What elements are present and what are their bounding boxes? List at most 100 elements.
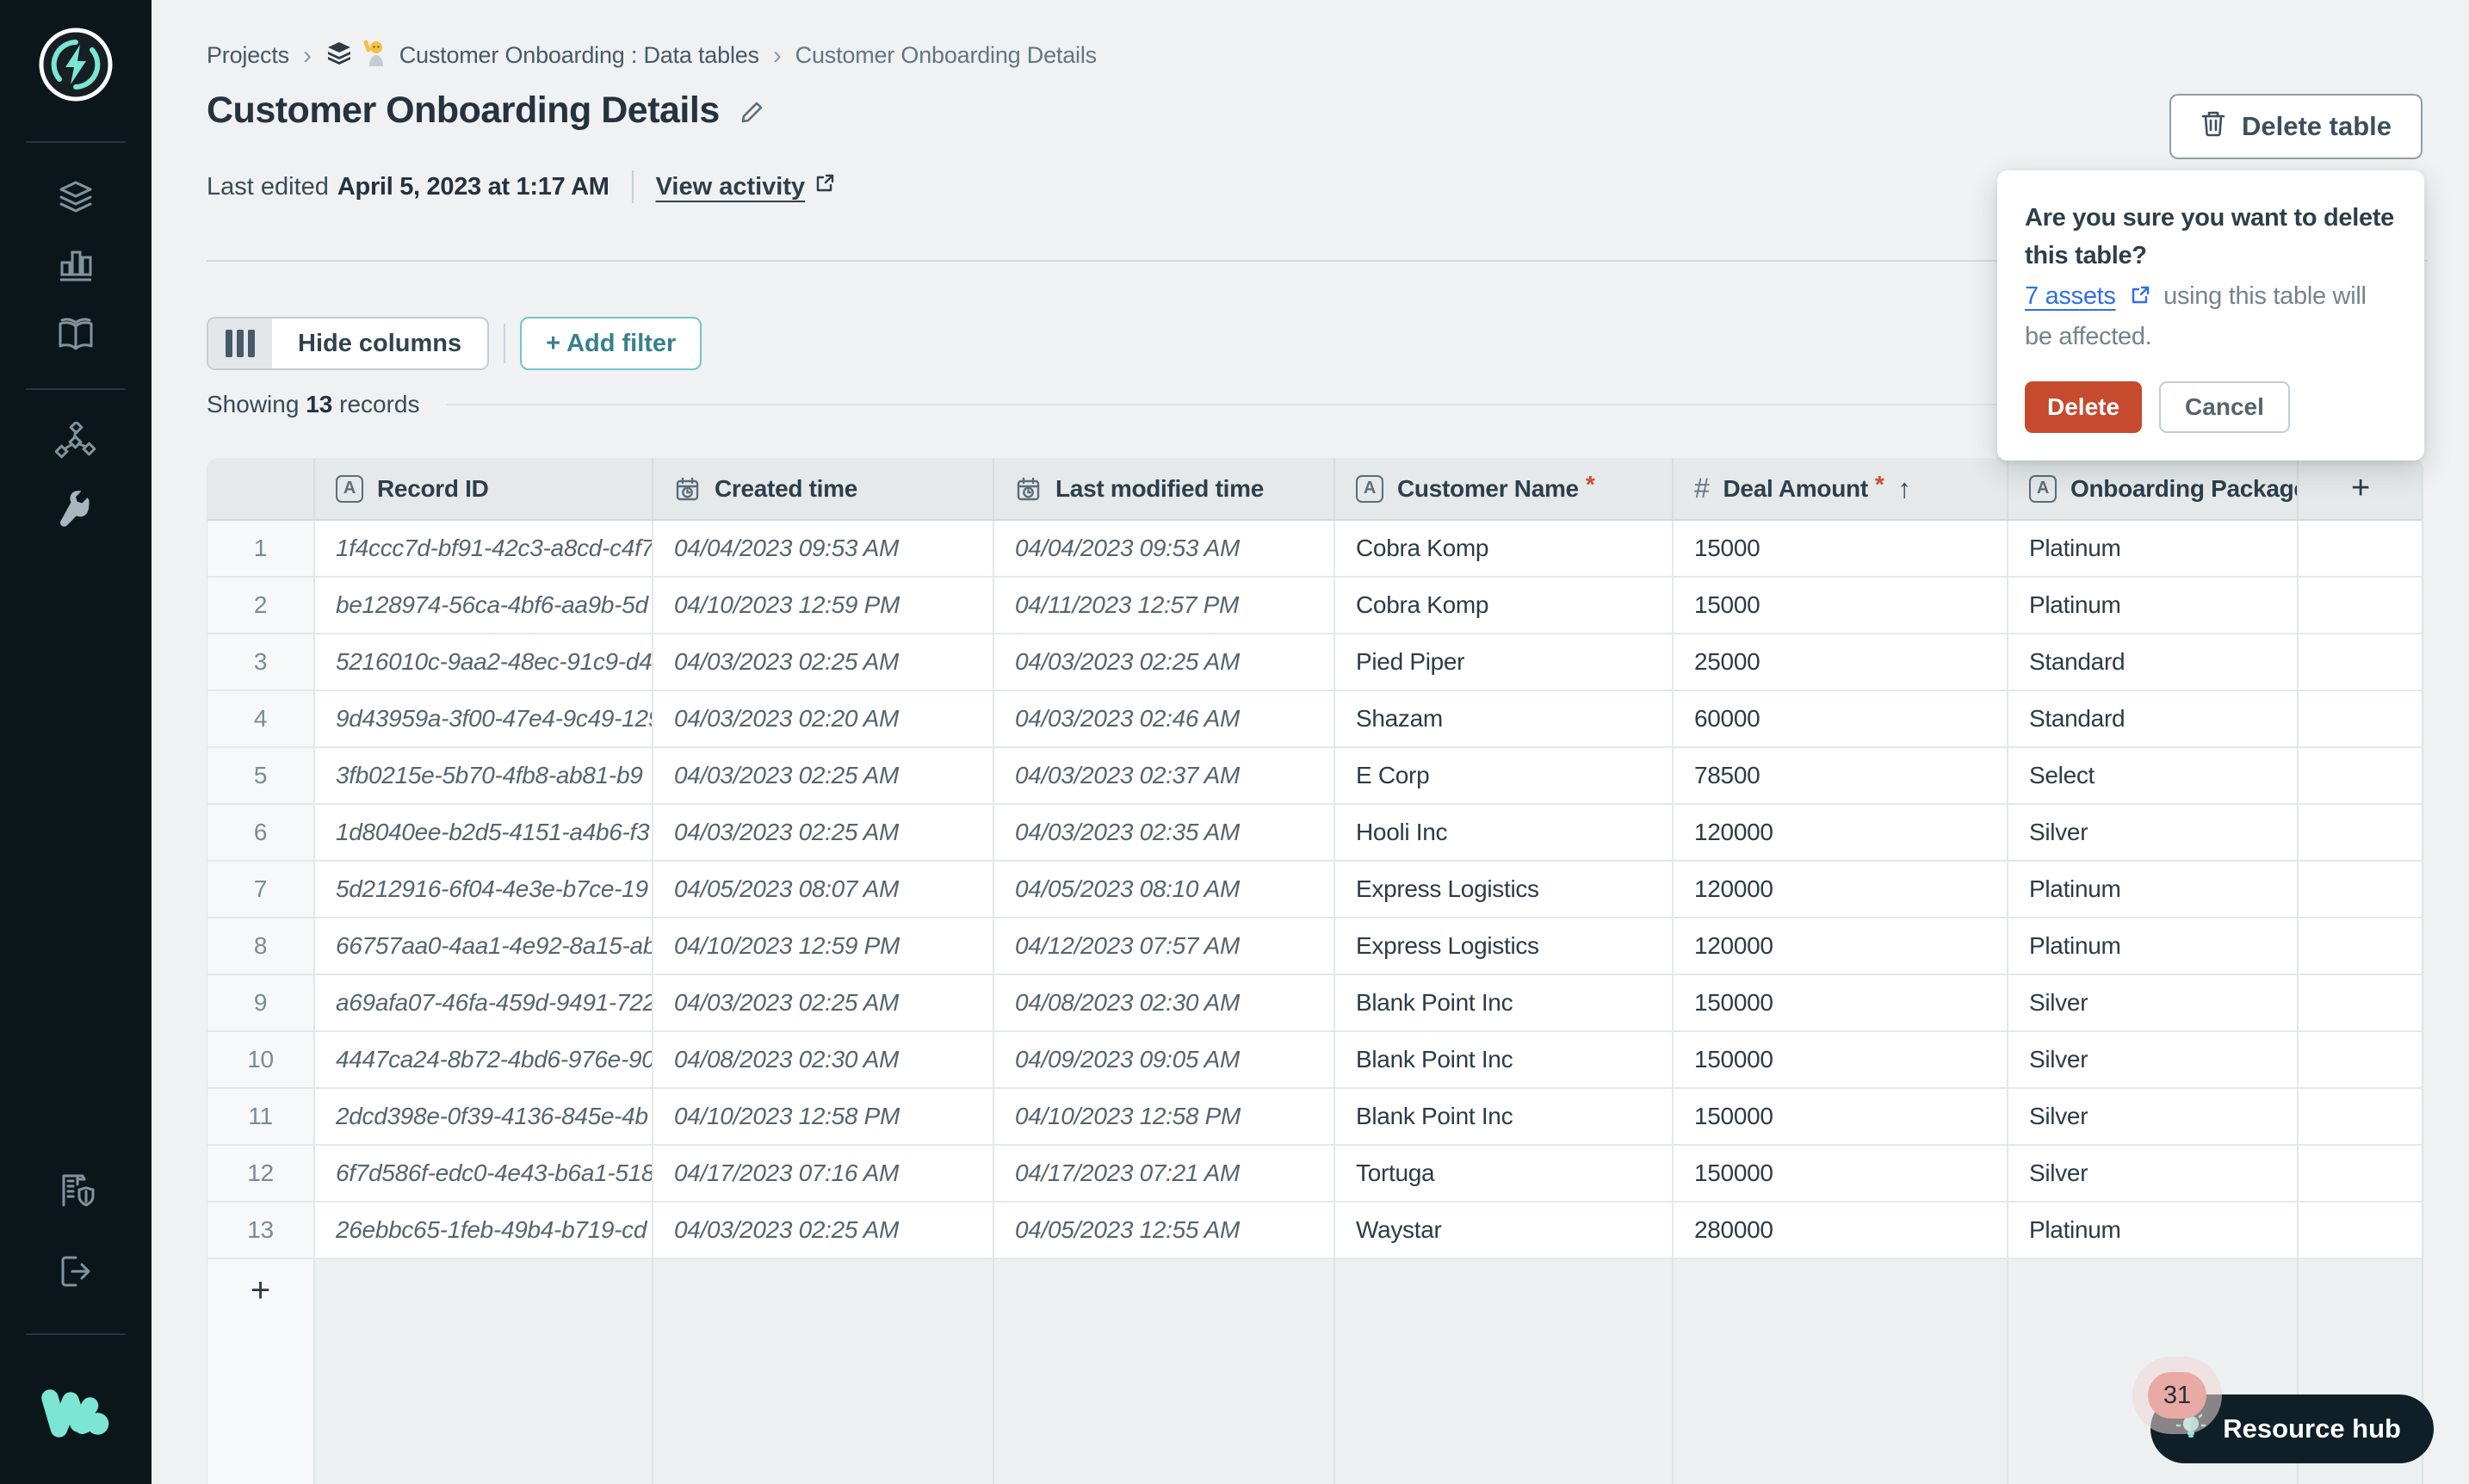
cell-record_id[interactable]: 1f4ccc7d-bf91-42c3-a8cd-c4f7 [315, 521, 653, 576]
cell-record_id[interactable]: 2dcd398e-0f39-4136-845e-4b [315, 1089, 653, 1144]
cell-customer[interactable]: Blank Point Inc [1335, 1032, 1674, 1087]
cell-modified[interactable]: 04/05/2023 12:55 AM [994, 1203, 1335, 1258]
cell-modified[interactable]: 04/08/2023 02:30 AM [994, 975, 1335, 1030]
column-header-amount[interactable]: # Deal Amount * ↑ [1674, 458, 2008, 519]
cell-created[interactable]: 04/04/2023 09:53 AM [653, 521, 994, 576]
cell-created[interactable]: 04/08/2023 02:30 AM [653, 1032, 994, 1087]
cell-package[interactable]: Platinum [2008, 862, 2299, 917]
cell-customer[interactable]: Blank Point Inc [1335, 975, 1674, 1030]
cell-modified[interactable]: 04/12/2023 07:57 AM [994, 918, 1335, 974]
confirm-delete-button[interactable]: Delete [2025, 381, 2143, 433]
cell-package[interactable]: Platinum [2008, 918, 2299, 974]
cell-created[interactable]: 04/03/2023 02:25 AM [653, 1203, 994, 1258]
cell-created[interactable]: 04/17/2023 07:16 AM [653, 1146, 994, 1201]
cell-package[interactable]: Silver [2008, 1089, 2299, 1144]
cell-customer[interactable]: Pied Piper [1335, 634, 1674, 689]
cell-record_id[interactable]: 5216010c-9aa2-48ec-91c9-d46 [315, 634, 653, 689]
cell-amount[interactable]: 150000 [1674, 1146, 2008, 1201]
column-header-customer[interactable]: A Customer Name * [1335, 458, 1674, 519]
cell-amount[interactable]: 120000 [1674, 862, 2008, 917]
sort-ascending-icon[interactable]: ↑ [1897, 473, 1911, 504]
cell-modified[interactable]: 04/03/2023 02:25 AM [994, 634, 1335, 689]
breadcrumb-project[interactable]: Customer Onboarding : Data tables [325, 38, 759, 73]
cell-package[interactable]: Standard [2008, 634, 2299, 689]
notification-count-badge[interactable]: 31 [2148, 1372, 2206, 1419]
cell-created[interactable]: 04/05/2023 08:07 AM [653, 862, 994, 917]
cell-modified[interactable]: 04/03/2023 02:35 AM [994, 805, 1335, 860]
assets-link[interactable]: 7 assets [2025, 282, 2116, 310]
cell-record_id[interactable]: 9d43959a-3f00-47e4-9c49-129 [315, 691, 653, 746]
cell-modified[interactable]: 04/10/2023 12:58 PM [994, 1089, 1335, 1144]
cell-created[interactable]: 04/03/2023 02:25 AM [653, 634, 994, 689]
cell-record_id[interactable]: 4447ca24-8b72-4bd6-976e-90 [315, 1032, 653, 1087]
cell-amount[interactable]: 78500 [1674, 748, 2008, 803]
sidebar-item-settings-wrench[interactable] [41, 485, 110, 536]
cell-customer[interactable]: Tortuga [1335, 1146, 1674, 1201]
cell-record_id[interactable]: 66757aa0-4aa1-4e92-8a15-ab [315, 918, 653, 974]
cell-record_id[interactable]: 3fb0215e-5b70-4fb8-ab81-b9 [315, 748, 653, 803]
cell-customer[interactable]: Waystar [1335, 1203, 1674, 1258]
cell-created[interactable]: 04/10/2023 12:58 PM [653, 1089, 994, 1144]
cell-modified[interactable]: 04/11/2023 12:57 PM [994, 578, 1335, 633]
cell-record_id[interactable]: 1d8040ee-b2d5-4151-a4b6-f3 [315, 805, 653, 860]
cell-customer[interactable]: Express Logistics [1335, 918, 1674, 974]
cell-modified[interactable]: 04/03/2023 02:46 AM [994, 691, 1335, 746]
cell-modified[interactable]: 04/17/2023 07:21 AM [994, 1146, 1335, 1201]
cell-amount[interactable]: 15000 [1674, 578, 2008, 633]
cell-package[interactable]: Platinum [2008, 1203, 2299, 1258]
cell-record_id[interactable]: 26ebbc65-1feb-49b4-b719-cd [315, 1203, 653, 1258]
cell-package[interactable]: Standard [2008, 691, 2299, 746]
cell-amount[interactable]: 120000 [1674, 805, 2008, 860]
breadcrumb-projects[interactable]: Projects [207, 42, 289, 69]
cell-modified[interactable]: 04/05/2023 08:10 AM [994, 862, 1335, 917]
cell-amount[interactable]: 25000 [1674, 634, 2008, 689]
cell-record_id[interactable]: 6f7d586f-edc0-4e43-b6a1-518 [315, 1146, 653, 1201]
cell-package[interactable]: Platinum [2008, 521, 2299, 576]
column-header-modified[interactable]: Last modified time [994, 458, 1335, 519]
cell-amount[interactable]: 120000 [1674, 918, 2008, 974]
sidebar-item-organization[interactable] [41, 1165, 110, 1216]
delete-table-button[interactable]: Delete table [2169, 94, 2423, 159]
cell-customer[interactable]: Express Logistics [1335, 862, 1674, 917]
view-activity-link[interactable]: View activity [656, 172, 837, 201]
add-row-button[interactable]: + [207, 1259, 315, 1484]
cell-package[interactable]: Silver [2008, 975, 2299, 1030]
column-header-package[interactable]: AOnboarding Package* [2008, 458, 2299, 519]
cell-package[interactable]: Platinum [2008, 578, 2299, 633]
cell-record_id[interactable]: be128974-56ca-4bf6-aa9b-5d [315, 578, 653, 633]
cell-package[interactable]: Silver [2008, 1146, 2299, 1201]
cell-customer[interactable]: Blank Point Inc [1335, 1089, 1674, 1144]
edit-title-button[interactable] [739, 93, 764, 128]
sidebar-item-library[interactable] [41, 310, 110, 362]
cell-record_id[interactable]: 5d212916-6f04-4e3e-b7ce-19 [315, 862, 653, 917]
cell-customer[interactable]: Cobra Komp [1335, 578, 1674, 633]
column-header-record_id[interactable]: A Record ID [315, 458, 653, 519]
cell-created[interactable]: 04/03/2023 02:25 AM [653, 975, 994, 1030]
cell-created[interactable]: 04/03/2023 02:25 AM [653, 748, 994, 803]
cell-package[interactable]: Silver [2008, 805, 2299, 860]
sidebar-item-logout[interactable] [41, 1246, 110, 1298]
cell-customer[interactable]: Hooli Inc [1335, 805, 1674, 860]
add-filter-button[interactable]: + Add filter [520, 317, 702, 370]
cell-created[interactable]: 04/10/2023 12:59 PM [653, 918, 994, 974]
cell-amount[interactable]: 150000 [1674, 1032, 2008, 1087]
cell-package[interactable]: Silver [2008, 1032, 2299, 1087]
sidebar-item-connections[interactable] [41, 417, 110, 469]
column-header-created[interactable]: Created time [653, 458, 994, 519]
cell-amount[interactable]: 150000 [1674, 1089, 2008, 1144]
cell-customer[interactable]: Cobra Komp [1335, 521, 1674, 576]
cell-modified[interactable]: 04/09/2023 09:05 AM [994, 1032, 1335, 1087]
cell-package[interactable]: Select [2008, 748, 2299, 803]
sidebar-item-analytics[interactable] [41, 241, 110, 293]
cell-created[interactable]: 04/10/2023 12:59 PM [653, 578, 994, 633]
cell-customer[interactable]: Shazam [1335, 691, 1674, 746]
cell-amount[interactable]: 150000 [1674, 975, 2008, 1030]
cell-customer[interactable]: E Corp [1335, 748, 1674, 803]
cancel-delete-button[interactable]: Cancel [2159, 381, 2290, 433]
app-logo-lightning-icon[interactable] [37, 26, 114, 108]
hide-columns-button[interactable]: Hide columns [207, 317, 490, 370]
cell-amount[interactable]: 60000 [1674, 691, 2008, 746]
cell-amount[interactable]: 15000 [1674, 521, 2008, 576]
cell-modified[interactable]: 04/04/2023 09:53 AM [994, 521, 1335, 576]
cell-created[interactable]: 04/03/2023 02:25 AM [653, 805, 994, 860]
